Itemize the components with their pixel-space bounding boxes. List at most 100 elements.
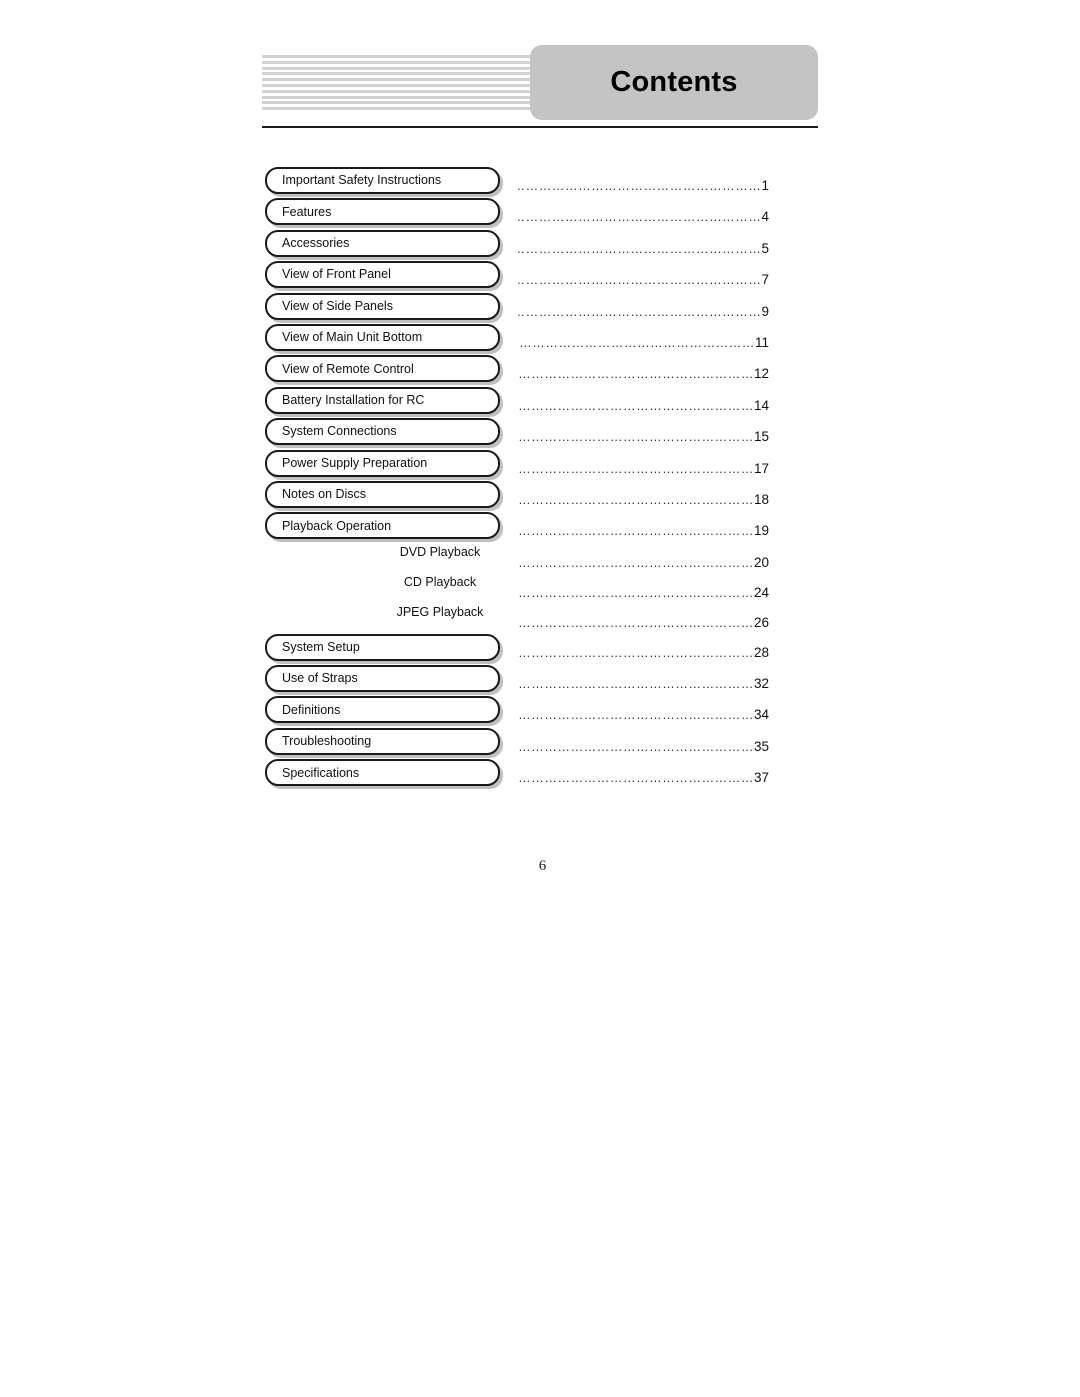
toc-entry-button[interactable]: Power Supply Preparation [265, 449, 500, 477]
toc-entry-row[interactable]: Features ……………………………………………………………………………………… [262, 197, 818, 228]
toc-entry-page-number: 20 [753, 554, 769, 570]
toc-entry-row[interactable]: Notes on Discs ……………………………………………………………………… [262, 480, 818, 511]
toc-leader: …………………………………………………………………………………………………………… [518, 461, 769, 477]
toc-entry-button[interactable]: Playback Operation [265, 512, 500, 540]
toc-leader-dots: …………………………………………………………………………………………………………… [518, 677, 754, 692]
header-stripe [262, 66, 534, 70]
toc-subentry-row[interactable]: CD Playback ……………………………………………………………………………… [262, 573, 818, 603]
toc-entry-button[interactable]: Accessories [265, 229, 500, 257]
toc-entry-label: Features [282, 204, 332, 219]
toc-leader: …………………………………………………………………………………………………………… [518, 645, 769, 661]
toc-entry-row[interactable]: View of Front Panel ………………………………………………………… [262, 260, 818, 291]
toc-entry-label: System Setup [282, 639, 360, 654]
toc-entry-label: Battery Installation for RC [282, 392, 425, 407]
toc-entry-label: View of Remote Control [282, 361, 414, 376]
toc-leader: …………………………………………………………………………………………………………… [518, 707, 769, 723]
toc-subentry-row[interactable]: JPEG Playback ………………………………………………………………………… [262, 603, 818, 633]
toc-entry-row[interactable]: System Setup …………………………………………………………………………… [262, 633, 818, 664]
toc-subentry-label: JPEG Playback [396, 604, 484, 619]
toc-subentry-label: DVD Playback [399, 544, 481, 559]
toc-leader-dots: …………………………………………………………………………………………………………… [518, 304, 762, 319]
toc-leader: …………………………………………………………………………………………………………… [518, 770, 769, 786]
toc-entry-button[interactable]: View of Front Panel [265, 261, 500, 289]
toc-entry-row[interactable]: Battery Installation for RC …………………………………… [262, 386, 818, 417]
page-folio: 6 [0, 858, 1080, 875]
toc-entry-row[interactable]: Playback Operation …………………………………………………………… [262, 511, 818, 542]
toc-leader: …………………………………………………………………………………………………………… [518, 523, 769, 539]
toc-entry-page-number: 7 [761, 272, 769, 288]
toc-entry-row[interactable]: Use of Straps ………………………………………………………………………… [262, 664, 818, 695]
header-stripe [262, 72, 534, 76]
toc-entry-row[interactable]: Important Safety Instructions ……………………………… [262, 166, 818, 197]
toc-entry-row[interactable]: Definitions ……………………………………………………………………………… [262, 695, 818, 726]
toc-entry-page-number: 11 [754, 334, 769, 350]
toc-entry-page-number: 1 [761, 178, 769, 193]
toc-leader: …………………………………………………………………………………………………………… [518, 615, 769, 631]
toc-entry-row[interactable]: Accessories ……………………………………………………………………………… [262, 229, 818, 260]
header-stripe [262, 95, 534, 99]
toc-leader: …………………………………………………………………………………………………………… [518, 272, 769, 288]
toc-entry-label: Accessories [282, 236, 350, 251]
toc-leader-dots: …………………………………………………………………………………………………………… [518, 585, 754, 600]
toc-entry-button[interactable]: Notes on Discs [265, 480, 500, 508]
toc-entry-button[interactable]: View of Remote Control [265, 355, 500, 383]
toc-entry-label: System Connections [282, 424, 397, 439]
toc-leader: …………………………………………………………………………………………………………… [518, 304, 769, 320]
page-title-banner: Contents [530, 45, 818, 120]
toc-entry-page-number: 26 [753, 614, 769, 630]
toc-entry-button[interactable]: Troubleshooting [265, 727, 500, 755]
toc-entry-page-number: 17 [753, 460, 769, 476]
toc-entry-button[interactable]: System Connections [265, 418, 500, 446]
toc-entry-row[interactable]: System Connections …………………………………………………………… [262, 417, 818, 448]
toc-entry-button[interactable]: Use of Straps [265, 665, 500, 693]
toc-leader: …………………………………………………………………………………………………………… [518, 209, 769, 225]
toc-entry-page-number: 9 [761, 303, 769, 319]
header-stripe [262, 78, 534, 82]
toc-leader-dots: …………………………………………………………………………………………………………… [518, 492, 754, 507]
toc-subentry-label: CD Playback [403, 574, 477, 589]
toc-leader: …………………………………………………………………………………………………………… [518, 398, 769, 414]
toc-entry-page-number: 18 [753, 491, 769, 507]
toc-entry-row[interactable]: Specifications ……………………………………………………………………… [262, 758, 818, 789]
toc-entry-label: Playback Operation [282, 518, 392, 533]
toc-entry-page-number: 15 [753, 429, 769, 445]
toc-leader: …………………………………………………………………………………………………………… [518, 429, 769, 445]
toc-entry-label: View of Main Unit Bottom [282, 330, 423, 345]
toc-subentry-row[interactable]: DVD Playback …………………………………………………………………………… [262, 543, 818, 573]
toc-entry-button[interactable]: Features [265, 198, 500, 226]
toc-entry-button[interactable]: View of Main Unit Bottom [265, 323, 500, 351]
toc-leader-dots: …………………………………………………………………………………………………………… [518, 708, 754, 723]
toc-entry-row[interactable]: View of Side Panels ………………………………………………………… [262, 292, 818, 323]
toc-leader-dots: …………………………………………………………………………………………………………… [518, 430, 754, 445]
toc-entry-label: Important Safety Instructions [282, 173, 442, 188]
toc-entry-button[interactable]: Battery Installation for RC [265, 386, 500, 414]
header-stripe [262, 89, 534, 93]
toc-entry-label: Use of Straps [282, 671, 358, 686]
toc-entry-row[interactable]: View of Main Unit Bottom …………………………………………… [262, 323, 818, 354]
toc-entry-page-number: 37 [753, 770, 769, 786]
toc-entry-button[interactable]: Definitions [265, 696, 500, 724]
page-folio-number: 6 [538, 858, 547, 874]
toc-entry-page-number: 24 [753, 584, 769, 600]
toc-entry-page-number: 35 [753, 738, 769, 754]
header-stripe [262, 55, 534, 58]
header-stripe [262, 60, 534, 64]
toc-leader: …………………………………………………………………………………………………………… [518, 366, 769, 382]
toc-leader-dots: …………………………………………………………………………………………………………… [518, 461, 754, 476]
toc-entry-row[interactable]: View of Remote Control ………………………………………………… [262, 354, 818, 385]
header-stripe [262, 101, 534, 105]
toc-entry-button[interactable]: System Setup [265, 633, 500, 661]
toc-entry-label: Specifications [282, 765, 360, 780]
toc-leader-dots: …………………………………………………………………………………………………………… [518, 367, 754, 382]
toc-leader-dots: …………………………………………………………………………………………………………… [518, 241, 762, 256]
header-divider-rule [262, 126, 818, 128]
toc-entry-row[interactable]: Troubleshooting …………………………………………………………………… [262, 727, 818, 758]
toc-entry-button[interactable]: Specifications [265, 759, 500, 787]
toc-entry-button[interactable]: Important Safety Instructions [265, 167, 500, 194]
toc-leader: …………………………………………………………………………………………………………… [518, 241, 769, 257]
toc-entry-page-number: 34 [753, 707, 769, 723]
toc-leader-dots: …………………………………………………………………………………………………………… [518, 615, 754, 630]
toc-entry-row[interactable]: Power Supply Preparation …………………………………………… [262, 449, 818, 480]
toc-entry-page-number: 14 [753, 397, 769, 413]
toc-entry-button[interactable]: View of Side Panels [265, 292, 500, 320]
